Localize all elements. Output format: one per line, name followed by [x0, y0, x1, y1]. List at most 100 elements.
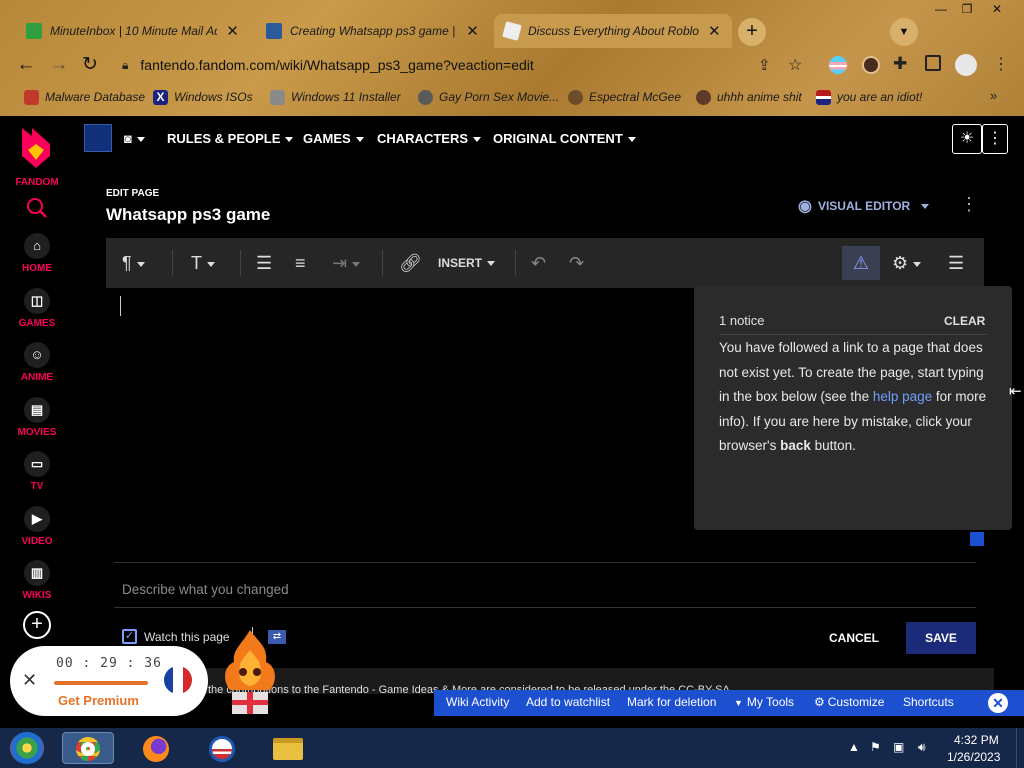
star-icon[interactable]: ☆ [788, 55, 802, 75]
nav-original-content[interactable]: ORIGINAL CONTENT [493, 131, 636, 146]
reload-icon[interactable]: ↻ [79, 54, 101, 76]
close-icon[interactable]: ✕ [465, 22, 480, 40]
start-orb-icon[interactable] [10, 732, 44, 764]
back-arrow-icon[interactable]: ← [15, 54, 37, 76]
minuteinbox-favicon-icon [26, 23, 42, 39]
fandom-logo[interactable] [18, 126, 54, 170]
bookmark-movie[interactable]: Gay Porn Sex Movie... [418, 88, 559, 106]
network-icon[interactable]: ▣ [893, 740, 904, 754]
nav-characters[interactable]: CHARACTERS [377, 131, 481, 146]
shortcuts-link[interactable]: Shortcuts [903, 695, 954, 709]
clock-time[interactable]: 4:32 PM [954, 733, 999, 747]
save-button[interactable]: SAVE [906, 622, 976, 654]
get-premium-button[interactable]: Get Premium [58, 693, 139, 708]
my-tools-dropdown[interactable]: ▼ My Tools [734, 695, 794, 709]
redo-icon[interactable]: ↷ [569, 253, 584, 273]
tray-arrow-icon[interactable]: ▲ [848, 740, 860, 754]
bookmarks-overflow-chevron-icon[interactable]: » [990, 88, 997, 103]
avatar-favicon-icon [568, 89, 583, 105]
bullet-list-icon[interactable]: ☰ [256, 253, 272, 273]
theme-toggle-sun-icon[interactable]: ☀ [952, 124, 982, 154]
fandom-favicon-icon [266, 23, 282, 39]
tab-minuteinbox[interactable]: MinuteInbox | 10 Minute Mail Ad ✕ [16, 14, 250, 48]
hamburger-menu-icon[interactable]: ☰ [948, 253, 964, 273]
close-icon[interactable]: ✕ [22, 670, 37, 691]
profile-avatar[interactable] [955, 54, 977, 76]
nav-games[interactable]: GAMES [303, 131, 364, 146]
bookmark-malware-database[interactable]: Malware Database [24, 88, 145, 106]
tab-title: Discuss Everything About Roblox [528, 24, 699, 38]
taskbar-firefox[interactable] [138, 732, 174, 764]
sidebar-item-label: MOVIES [17, 427, 57, 438]
customize-button[interactable]: ⚙ Customize [814, 695, 884, 709]
insert-dropdown[interactable]: INSERT [438, 253, 496, 273]
indent-dropdown[interactable]: ⇥ [332, 253, 361, 273]
close-icon[interactable]: ✕ [707, 22, 722, 40]
more-menu-icon[interactable]: ⋮ [982, 124, 1008, 154]
cancel-button[interactable]: CANCEL [829, 631, 879, 645]
sidebar-item-tv[interactable]: ▭ TV [0, 451, 74, 492]
share-icon[interactable]: ⇪ [758, 56, 771, 74]
maximize-icon[interactable]: ❐ [956, 2, 978, 16]
sidebar-item-home[interactable]: ⌂ HOME [0, 233, 74, 274]
taskbar-explorer[interactable] [270, 732, 306, 764]
numbered-list-icon[interactable]: ≡ [295, 253, 306, 273]
tab-creating-whatsapp[interactable]: Creating Whatsapp ps3 game | Fa ✕ [256, 14, 490, 48]
fire-mascot-gift-icon[interactable] [218, 628, 282, 716]
sidebar-item-movies[interactable]: ▤ MOVIES [0, 397, 74, 438]
edit-summary-input[interactable]: Describe what you changed [122, 582, 289, 597]
sidebar-item-anime[interactable]: ☺ ANIME [0, 342, 74, 383]
search-icon[interactable] [26, 197, 48, 219]
add-to-watchlist-link[interactable]: Add to watchlist [526, 695, 610, 709]
sidebar-item-video[interactable]: ▶ VIDEO [0, 506, 74, 547]
anime-icon: ☺ [24, 342, 50, 368]
bookmark-espectral-mcgee[interactable]: Espectral McGee [568, 88, 681, 106]
wiki-logo[interactable] [84, 124, 112, 152]
page-settings-dropdown[interactable]: ⚙ [892, 253, 922, 273]
bookmark-windows-11-installer[interactable]: Windows 11 Installer [270, 88, 401, 106]
page-actions-kebab-icon[interactable]: ⋮ [960, 194, 978, 215]
extension-flag-icon[interactable] [829, 56, 847, 74]
wiki-activity-link[interactable]: Wiki Activity [446, 695, 509, 709]
show-desktop-button[interactable] [1016, 728, 1024, 768]
add-plus-icon[interactable]: + [23, 611, 51, 639]
bookmark-you-are-an-idiot[interactable]: you are an idiot! [816, 88, 922, 106]
edit-page-label: EDIT PAGE [106, 188, 160, 199]
gamepad-icon: ◫ [24, 288, 50, 314]
text-style-dropdown[interactable]: T [191, 253, 215, 273]
clear-notices-button[interactable]: CLEAR [944, 314, 985, 328]
help-page-link[interactable]: help page [873, 389, 932, 404]
sidebar-item-games[interactable]: ◫ GAMES [0, 288, 74, 329]
toolbar-close-icon[interactable]: ✕ [988, 693, 1008, 713]
paragraph-format-dropdown[interactable]: ¶ [122, 253, 145, 273]
taskbar-obama[interactable] [204, 732, 240, 764]
side-panel-icon[interactable] [925, 55, 941, 71]
puzzle-extensions-icon[interactable]: ✚ [893, 54, 907, 74]
sidebar-item-label: GAMES [18, 318, 56, 329]
tab-roblox-discuss[interactable]: Discuss Everything About Roblox ✕ [494, 14, 732, 48]
extension-avatar-icon[interactable] [862, 56, 880, 74]
visual-editor-dropdown[interactable]: ◉ VISUAL EDITOR [798, 196, 930, 216]
kebab-menu-icon[interactable]: ⋮ [993, 54, 1009, 74]
taskbar-chrome[interactable] [62, 732, 114, 764]
watch-page-checkbox[interactable]: ✓ [122, 629, 137, 644]
minimize-icon[interactable]: — [930, 2, 952, 16]
link-icon[interactable]: 🔗︎ [399, 253, 422, 273]
address-bar[interactable]: 🔒︎ fantendo.fandom.com/wiki/Whatsapp_ps3… [110, 51, 816, 79]
undo-icon[interactable]: ↶ [531, 253, 546, 273]
notices-button[interactable]: ⚠ [842, 246, 880, 280]
nav-rules-people[interactable]: RULES & PEOPLE [167, 131, 294, 146]
sidebar-item-wikis[interactable]: ▥ WIKIS [0, 560, 74, 601]
action-center-flag-icon[interactable]: ⚑ [870, 740, 881, 754]
volume-icon[interactable]: 🔊︎ [918, 740, 926, 755]
forward-arrow-icon[interactable]: → [48, 54, 70, 76]
new-tab-button[interactable]: + [738, 18, 766, 46]
window-close-icon[interactable]: ✕ [986, 2, 1008, 16]
bookmark-windows-isos[interactable]: X Windows ISOs [153, 88, 253, 106]
bookmark-anime[interactable]: uhhh anime shit [696, 88, 802, 106]
tab-search-chevron-down-icon[interactable]: ▼ [890, 18, 918, 46]
mark-for-deletion-link[interactable]: Mark for deletion [627, 695, 716, 709]
close-icon[interactable]: ✕ [225, 22, 240, 40]
discussions-dropdown[interactable]: ◙ [124, 131, 145, 146]
clock-date[interactable]: 1/26/2023 [947, 750, 1000, 764]
